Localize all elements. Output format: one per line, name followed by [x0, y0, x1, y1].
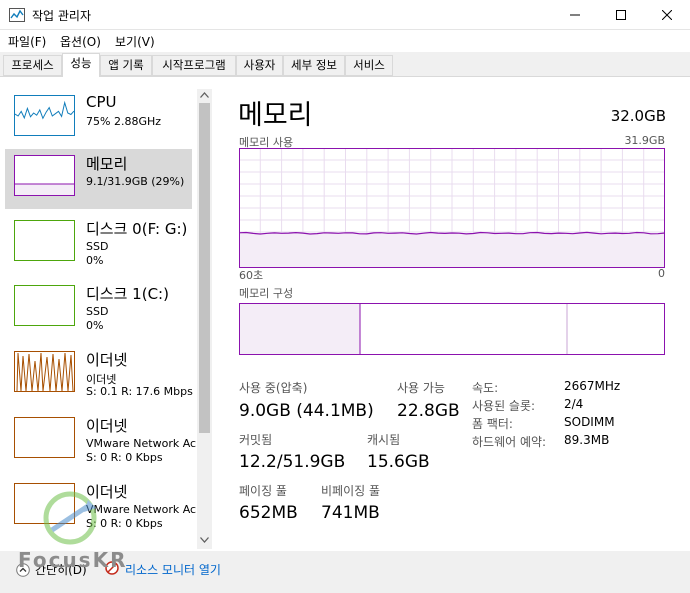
- watermark-logo: [43, 491, 97, 545]
- title-bar: 작업 관리자: [0, 0, 690, 30]
- tab-bar: 프로세스 성능 앱 기록 시작프로그램 사용자 세부 정보 서비스: [0, 53, 690, 77]
- committed-label: 커밋됨: [239, 433, 273, 447]
- resource-name: 디스크 0(F: G:): [86, 220, 188, 238]
- menu-bar: 파일(F) 옵션(O) 보기(V): [0, 30, 690, 52]
- menu-file[interactable]: 파일(F): [8, 33, 46, 50]
- watermark-text: FocusKR: [18, 548, 128, 572]
- scroll-down-icon[interactable]: [200, 537, 209, 543]
- tab-processes[interactable]: 프로세스: [3, 55, 62, 76]
- memory-total: 32.0GB: [610, 107, 666, 125]
- usage-graph-max: 31.9GB: [624, 134, 665, 147]
- tab-services[interactable]: 서비스: [345, 55, 393, 76]
- resource-sub2: 0%: [86, 319, 104, 332]
- resource-name: 이더넷: [86, 417, 128, 435]
- memory-detail-pane: 메모리 32.0GB 메모리 사용 31.9GB 60초 0 메모리 구성 사용…: [214, 77, 690, 551]
- resource-name: CPU: [86, 93, 117, 111]
- scroll-thumb[interactable]: [199, 103, 210, 433]
- paged-pool-value: 652MB: [239, 503, 298, 523]
- disk-1-thumbnail-graph: [14, 285, 75, 326]
- resource-list: CPU 75% 2.88GHz 메모리 9.1/31.9GB (29%) 디스크…: [0, 77, 214, 551]
- nonpaged-pool-label: 비페이징 풀: [321, 484, 381, 498]
- tab-startup[interactable]: 시작프로그램: [152, 55, 236, 76]
- tab-app-history[interactable]: 앱 기록: [100, 55, 152, 76]
- hardware-reserved-label: 하드웨어 예약:: [472, 435, 547, 449]
- resource-disk-0[interactable]: 디스크 0(F: G:) SSD 0%: [5, 214, 192, 274]
- resource-cpu[interactable]: CPU 75% 2.88GHz: [5, 89, 192, 149]
- task-manager-icon: [9, 8, 25, 22]
- memory-composition-bar: [239, 303, 665, 355]
- resource-disk-1[interactable]: 디스크 1(C:) SSD 0%: [5, 279, 192, 339]
- resource-sub: SSD: [86, 240, 109, 253]
- open-resource-monitor-link[interactable]: 리소스 모니터 열기: [125, 561, 221, 578]
- ethernet-1-thumbnail-graph: [14, 351, 75, 392]
- form-factor-label: 폼 팩터:: [472, 417, 513, 431]
- composition-label: 메모리 구성: [239, 287, 294, 300]
- window-title: 작업 관리자: [32, 9, 92, 23]
- available-value: 22.8GB: [397, 401, 460, 421]
- form-factor-value: SODIMM: [564, 415, 615, 429]
- tab-details[interactable]: 세부 정보: [283, 55, 345, 76]
- resource-name: 이더넷: [86, 351, 128, 369]
- ethernet-2-thumbnail-graph: [14, 417, 75, 458]
- memory-thumbnail-graph: [14, 155, 75, 196]
- close-icon: [662, 10, 672, 20]
- minimize-button[interactable]: [552, 0, 598, 30]
- close-button[interactable]: [644, 0, 690, 30]
- resource-sub2: S: 0 R: 0 Kbps: [86, 451, 163, 464]
- committed-value: 12.2/51.9GB: [239, 452, 346, 472]
- resource-sub2: S: 0.1 R: 17.6 Mbps: [86, 385, 193, 398]
- performance-panel: CPU 75% 2.88GHz 메모리 9.1/31.9GB (29%) 디스크…: [0, 76, 690, 551]
- in-use-value: 9.0GB (44.1MB): [239, 401, 374, 421]
- maximize-button[interactable]: [598, 0, 644, 30]
- speed-value: 2667MHz: [564, 379, 621, 393]
- hardware-reserved-value: 89.3MB: [564, 433, 610, 447]
- menu-view[interactable]: 보기(V): [115, 33, 155, 50]
- resource-ethernet-2[interactable]: 이더넷 VMware Network Ac S: 0 R: 0 Kbps: [5, 411, 196, 471]
- in-use-label: 사용 중(압축): [239, 381, 308, 395]
- tab-performance[interactable]: 성능: [62, 53, 100, 77]
- page-title: 메모리: [238, 100, 313, 131]
- cached-value: 15.6GB: [367, 452, 430, 472]
- scroll-up-icon[interactable]: [200, 92, 209, 98]
- resource-name: 메모리: [86, 155, 128, 173]
- resource-sub: 75% 2.88GHz: [86, 115, 162, 128]
- disk-0-thumbnail-graph: [14, 220, 75, 261]
- tab-users[interactable]: 사용자: [236, 55, 283, 76]
- minimize-icon: [570, 14, 580, 16]
- resource-ethernet-1[interactable]: 이더넷 이더넷 S: 0.1 R: 17.6 Mbps: [5, 345, 193, 405]
- resource-sub: VMware Network Ac: [86, 437, 197, 450]
- resource-name: 디스크 1(C:): [86, 285, 169, 303]
- maximize-icon: [616, 10, 626, 20]
- resource-sub: SSD: [86, 305, 109, 318]
- slots-label: 사용된 슬롯:: [472, 399, 536, 413]
- menu-options[interactable]: 옵션(O): [60, 33, 101, 50]
- cached-label: 캐시됨: [367, 433, 401, 447]
- graph-time-right: 0: [658, 267, 665, 280]
- nonpaged-pool-value: 741MB: [321, 503, 380, 523]
- resource-list-scrollbar[interactable]: [197, 89, 212, 549]
- resource-sub2: 0%: [86, 254, 104, 267]
- cpu-thumbnail-graph: [14, 95, 75, 136]
- resource-memory[interactable]: 메모리 9.1/31.9GB (29%): [5, 149, 192, 209]
- available-label: 사용 가능: [397, 381, 445, 395]
- slots-value: 2/4: [564, 397, 584, 411]
- resource-sub: 9.1/31.9GB (29%): [86, 175, 185, 188]
- graph-time-left: 60초: [239, 269, 264, 282]
- paged-pool-label: 페이징 풀: [239, 484, 287, 498]
- speed-label: 속도:: [472, 381, 499, 395]
- memory-usage-graph: [239, 148, 665, 268]
